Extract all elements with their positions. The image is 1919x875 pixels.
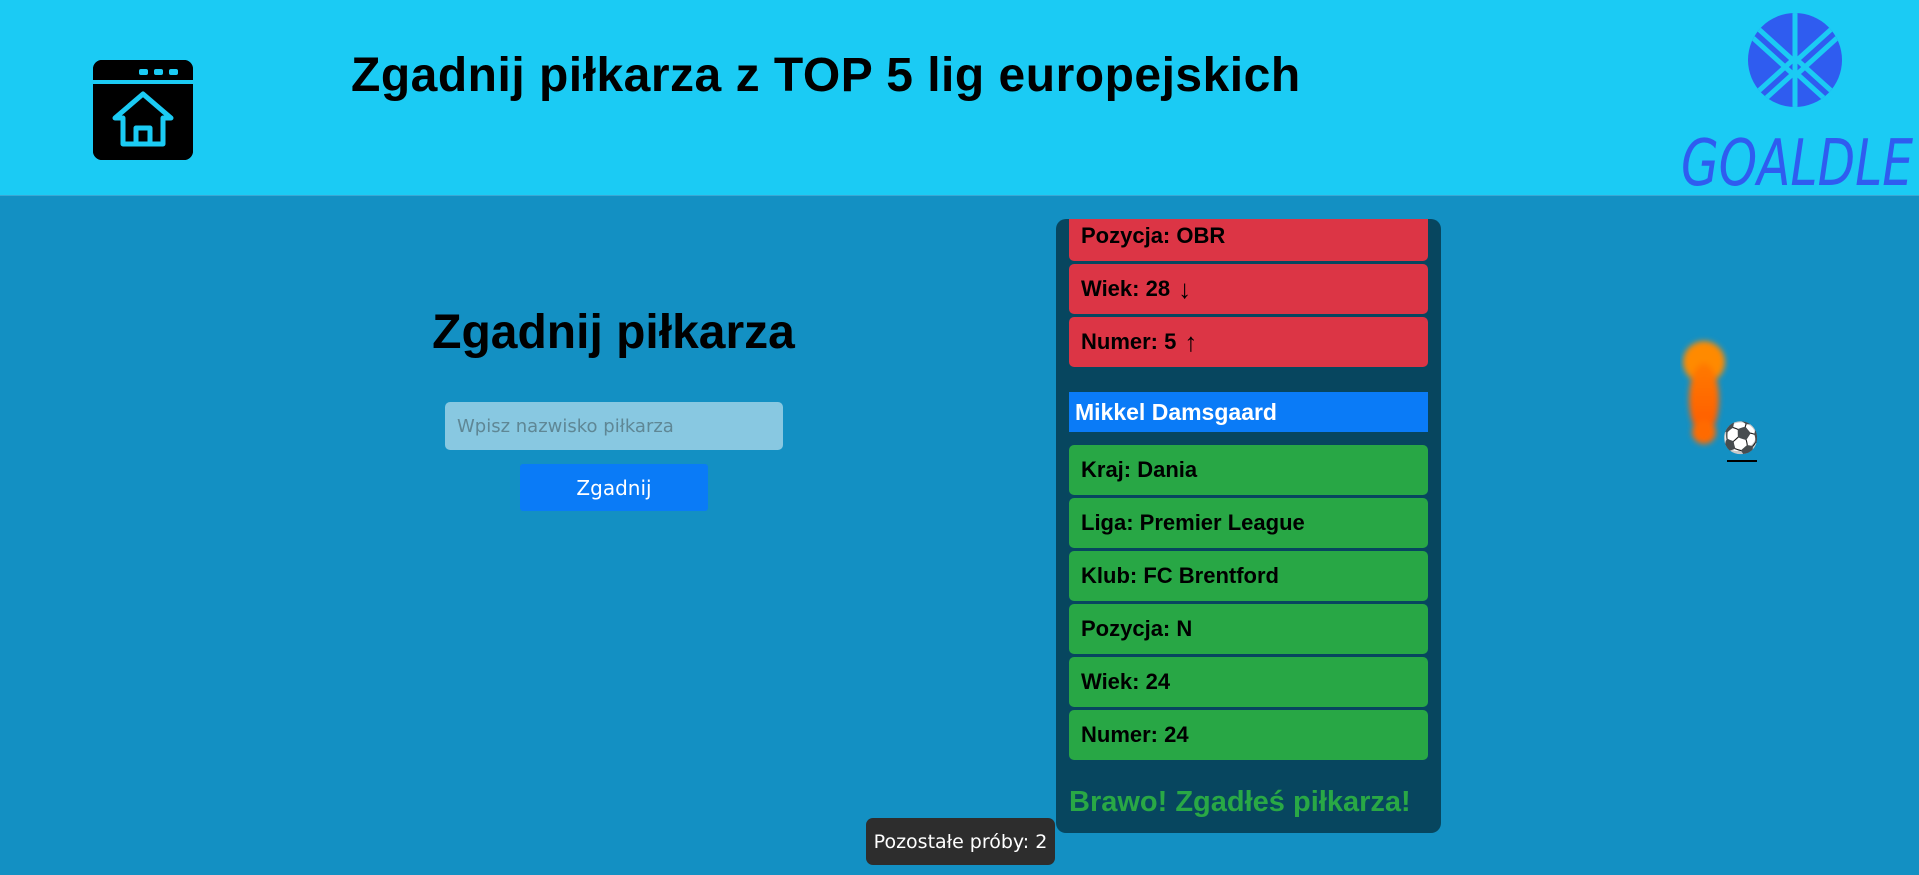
- hint-label: Kraj: Dania: [1081, 457, 1198, 482]
- guess-heading: Zgadnij piłkarza: [432, 306, 795, 359]
- hint-club: Klub: FC Brentford: [1069, 551, 1428, 601]
- hint-label: Wiek: 28: [1081, 276, 1171, 301]
- soccer-ball-icon: ⚽: [1722, 422, 1760, 455]
- ball-shadow: [1727, 460, 1757, 462]
- hint-position-wrong: Pozycja: OBR: [1069, 219, 1428, 261]
- hint-age: Wiek: 24: [1069, 657, 1428, 707]
- guess-button[interactable]: Zgadnij: [520, 464, 708, 511]
- page-title: Zgadnij piłkarza z TOP 5 lig europejskic…: [351, 49, 1301, 102]
- hint-label: Klub: FC Brentford: [1081, 563, 1279, 588]
- remaining-attempts-toast: Pozostałe próby: 2: [866, 818, 1055, 865]
- goaldle-logo[interactable]: GOALDLE: [1675, 10, 1919, 201]
- logo-text: GOALDLE: [1681, 127, 1913, 195]
- hint-label: Numer: 24: [1081, 722, 1189, 747]
- hint-age-wrong: Wiek: 28 ↓: [1069, 264, 1428, 314]
- success-message: Brawo! Zgadłeś piłkarza!: [1069, 786, 1411, 818]
- arrow-down-icon: ↓: [1178, 273, 1192, 304]
- home-icon: [93, 60, 193, 160]
- guessed-player-name: Mikkel Damsgaard: [1069, 392, 1428, 432]
- hint-number-wrong: Numer: 5 ↑: [1069, 317, 1428, 367]
- hint-league: Liga: Premier League: [1069, 498, 1428, 548]
- home-button[interactable]: [93, 60, 193, 160]
- header: Zgadnij piłkarza z TOP 5 lig europejskic…: [0, 0, 1919, 201]
- hint-label: Pozycja: N: [1081, 616, 1193, 641]
- hint-label: Liga: Premier League: [1081, 510, 1305, 535]
- hint-label: Pozycja: OBR: [1081, 223, 1226, 248]
- hint-label: Numer: 5: [1081, 329, 1177, 354]
- player-name-input[interactable]: [445, 402, 783, 450]
- hint-label: Wiek: 24: [1081, 669, 1171, 694]
- guesses-panel[interactable]: Pozycja: OBR Wiek: 28 ↓ Numer: 5 ↑ Mikke…: [1056, 219, 1441, 833]
- arrow-up-icon: ↑: [1184, 326, 1198, 357]
- hint-position: Pozycja: N: [1069, 604, 1428, 654]
- hint-country: Kraj: Dania: [1069, 445, 1428, 495]
- goaldle-logo-icon: GOALDLE: [1681, 13, 1913, 201]
- hint-number: Numer: 24: [1069, 710, 1428, 760]
